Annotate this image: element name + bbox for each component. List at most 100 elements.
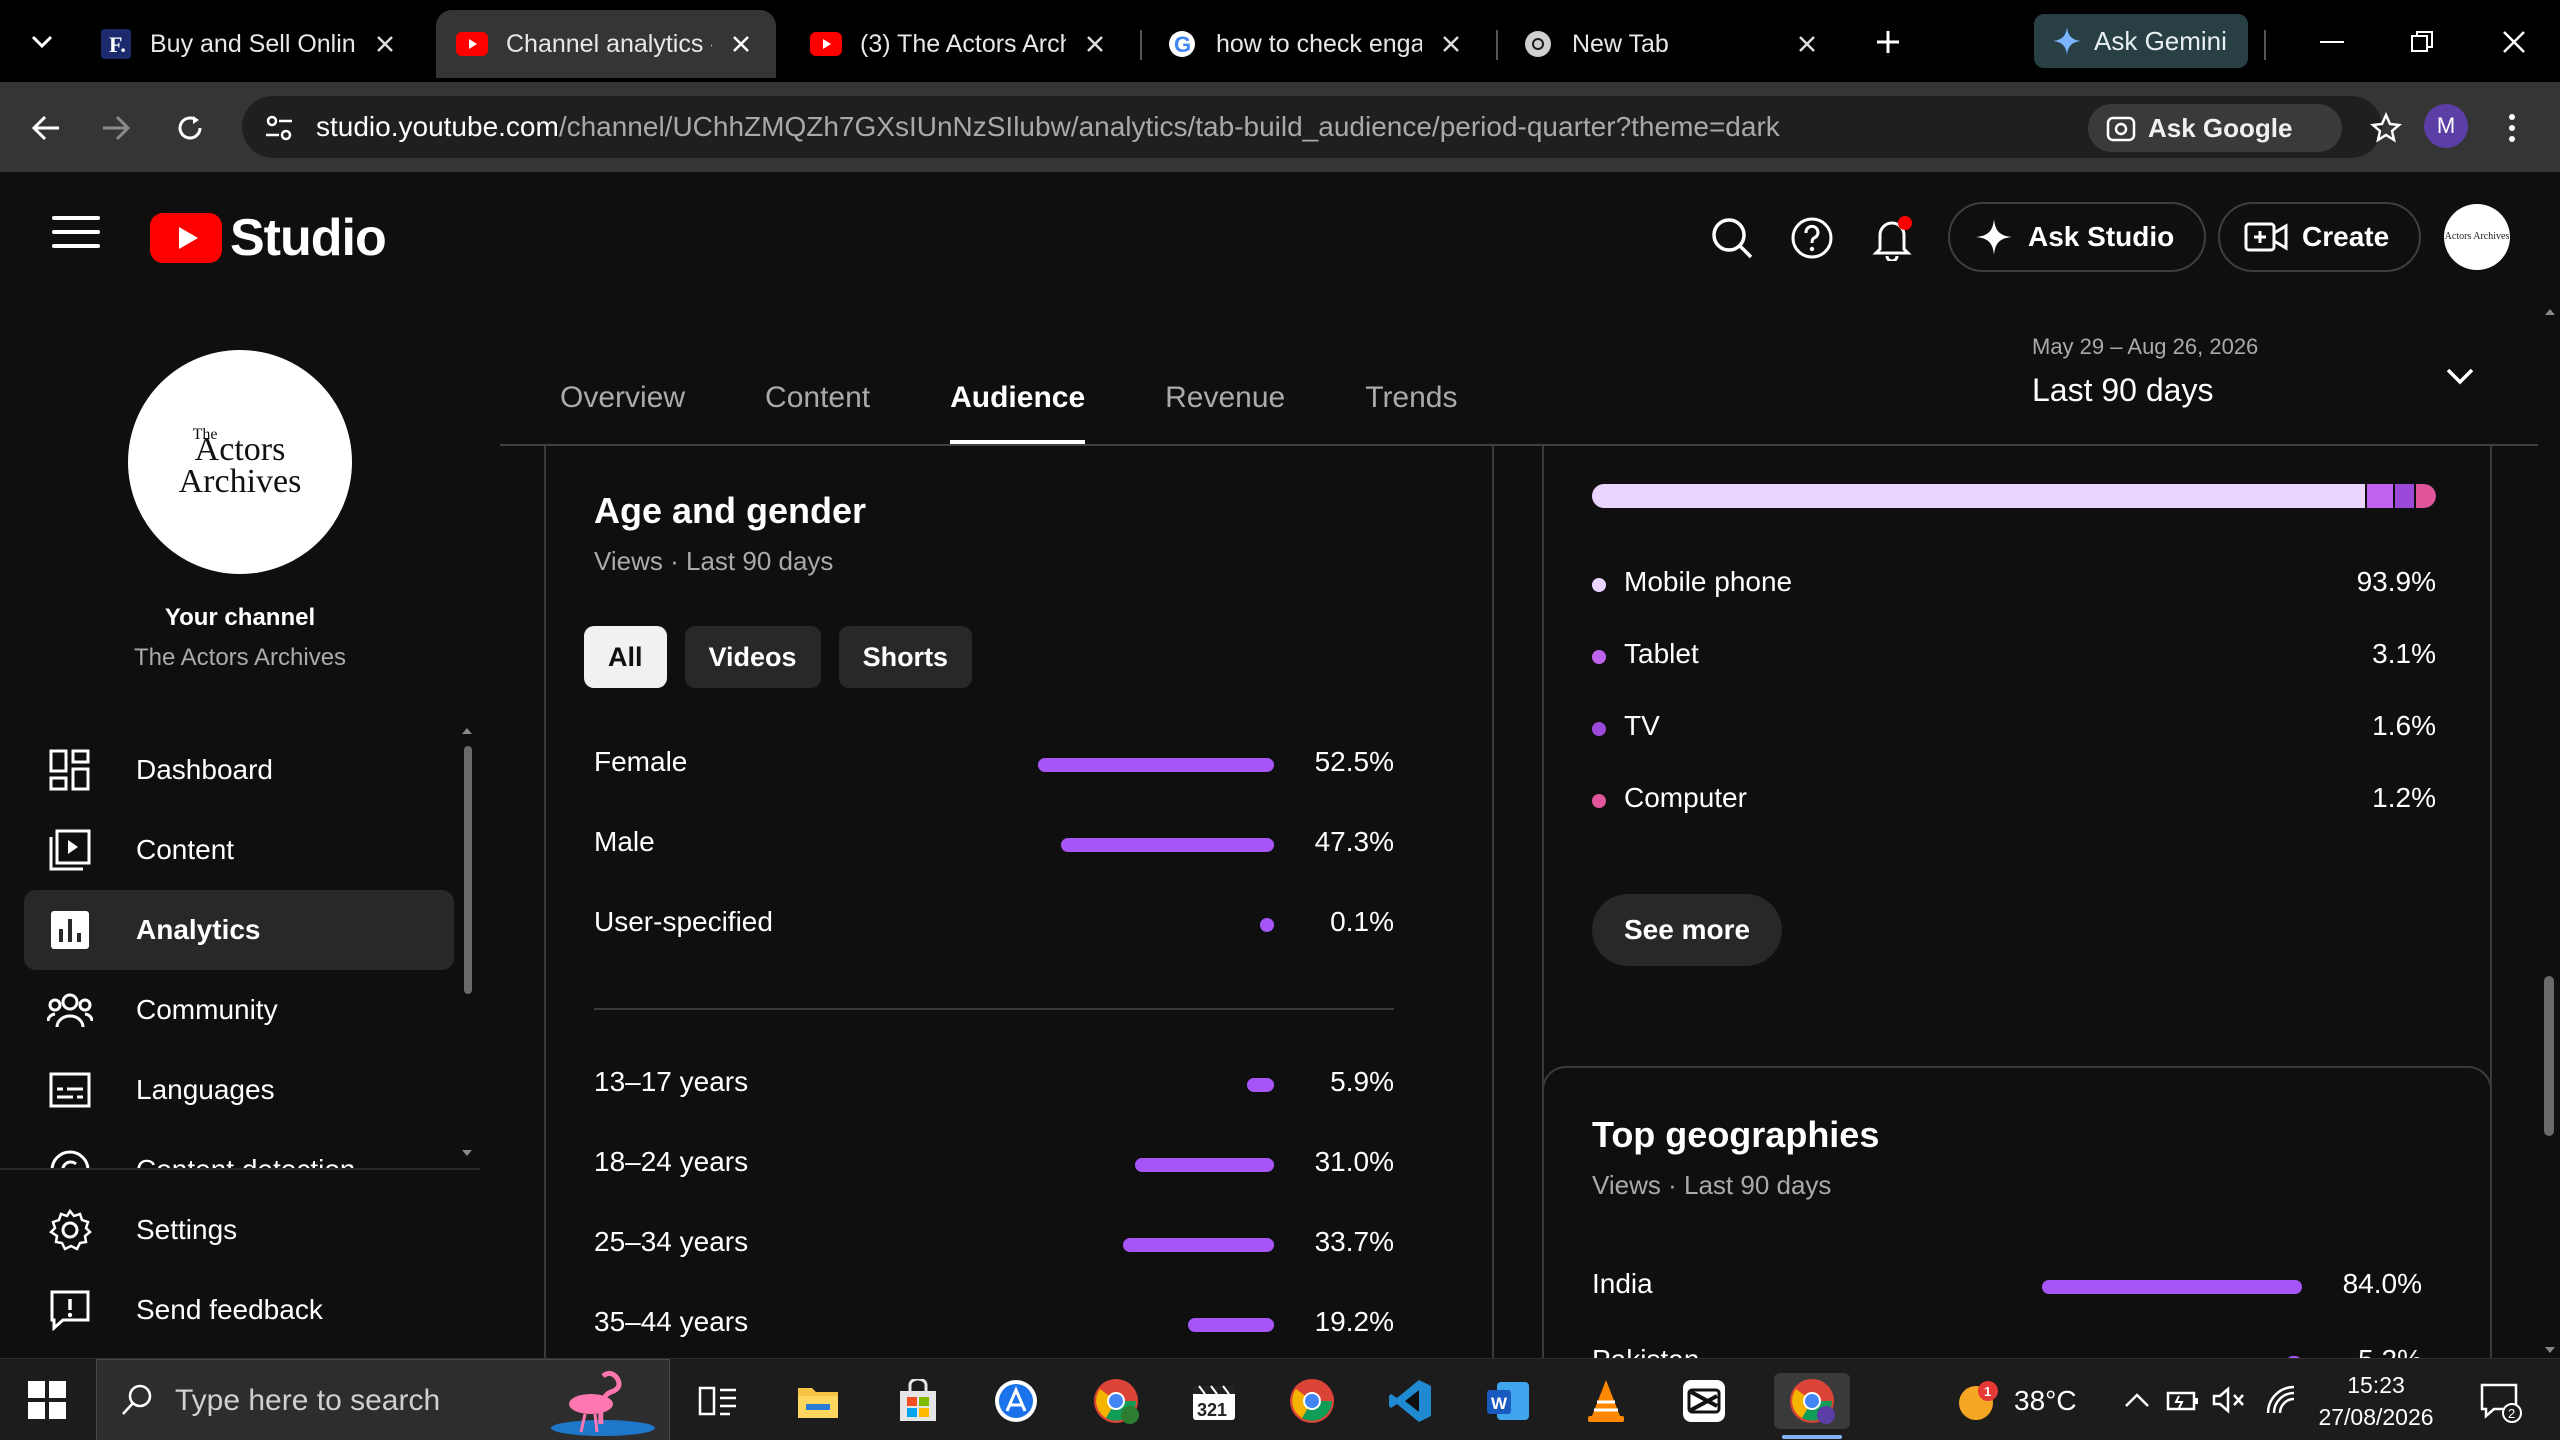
chip-videos[interactable]: Videos bbox=[684, 626, 821, 688]
chip-all[interactable]: All bbox=[584, 626, 667, 688]
media-player-321-icon[interactable]: 321 bbox=[1186, 1373, 1242, 1429]
search-icon[interactable] bbox=[1706, 212, 1758, 264]
active-app-indicator bbox=[1782, 1435, 1842, 1439]
new-tab-plus-icon[interactable] bbox=[1868, 22, 1908, 62]
chrome-active-icon[interactable] bbox=[1774, 1373, 1850, 1429]
tab-audience[interactable]: Audience bbox=[950, 372, 1086, 444]
create-button[interactable]: Create bbox=[2218, 202, 2422, 272]
close-icon[interactable] bbox=[1436, 29, 1466, 59]
account-avatar-text: Actors Archives bbox=[2444, 231, 2510, 242]
sidebar-item-content-detection[interactable]: Content detection bbox=[24, 1130, 454, 1170]
ask-google-button[interactable]: Ask Google bbox=[2088, 104, 2342, 152]
battery-icon[interactable] bbox=[2166, 1383, 2200, 1417]
sidebar-item-send-feedback[interactable]: Send feedback bbox=[24, 1270, 454, 1350]
url-text: studio.youtube.com/channel/UChhZMQZh7GXs… bbox=[316, 111, 1780, 143]
taskbar-search-box[interactable]: Type here to search bbox=[96, 1359, 670, 1440]
ask-google-label: Ask Google bbox=[2148, 112, 2293, 143]
account-avatar[interactable]: Actors Archives bbox=[2444, 204, 2510, 270]
profile-avatar[interactable]: M bbox=[2424, 104, 2468, 148]
sidebar-item-dashboard[interactable]: Dashboard bbox=[24, 730, 454, 810]
ask-gemini-button[interactable]: Ask Gemini bbox=[2034, 14, 2248, 68]
row-label: Male bbox=[594, 826, 655, 857]
row-percent: 33.7% bbox=[1314, 1226, 1394, 1257]
system-clock[interactable]: 15:23 27/08/2026 bbox=[2316, 1369, 2436, 1433]
chrome-icon[interactable] bbox=[1284, 1373, 1340, 1429]
speaker-muted-icon[interactable] bbox=[2212, 1383, 2246, 1417]
tab-title: New Tab bbox=[1572, 29, 1669, 58]
ask-studio-button[interactable]: Ask Studio bbox=[1948, 202, 2207, 272]
date-range-text: May 29 – Aug 26, 2026 bbox=[2032, 334, 2259, 359]
close-window-icon[interactable] bbox=[2492, 20, 2536, 64]
weather-widget[interactable]: 1 38°C bbox=[1956, 1379, 2077, 1423]
sidebar-item-community[interactable]: Community bbox=[24, 970, 454, 1050]
row-label: India bbox=[1592, 1268, 1653, 1299]
tab-search-dropdown-icon[interactable] bbox=[22, 22, 62, 62]
scroll-up-arrow-icon[interactable] bbox=[460, 726, 474, 736]
reload-icon[interactable] bbox=[166, 104, 214, 152]
chip-shorts[interactable]: Shorts bbox=[838, 626, 973, 688]
app-store-a-icon[interactable] bbox=[988, 1373, 1044, 1429]
more-menu-icon[interactable] bbox=[2494, 104, 2530, 152]
file-explorer-icon[interactable] bbox=[790, 1373, 846, 1429]
sidebar-item-content[interactable]: Content bbox=[24, 810, 454, 890]
youtube-studio-logo[interactable]: Studio bbox=[150, 208, 387, 268]
tab-revenue[interactable]: Revenue bbox=[1165, 372, 1285, 444]
sidebar-scrollbar[interactable] bbox=[464, 746, 472, 994]
chrome-profile-icon[interactable] bbox=[1088, 1373, 1144, 1429]
sidebar-item-analytics[interactable]: Analytics bbox=[24, 890, 454, 970]
browser-tab[interactable]: New Tab bbox=[1502, 10, 1842, 78]
browser-tab[interactable]: F. Buy and Sell Online bbox=[80, 10, 420, 78]
gender-bar bbox=[1061, 838, 1274, 852]
minimize-icon[interactable] bbox=[2310, 20, 2354, 64]
tab-separator bbox=[1140, 30, 1142, 60]
youtube-icon bbox=[456, 28, 488, 60]
browser-tab-active[interactable]: Channel analytics - Y bbox=[436, 10, 776, 78]
scroll-up-arrow-icon[interactable] bbox=[2544, 308, 2556, 316]
sidebar-item-languages[interactable]: Languages bbox=[24, 1050, 454, 1130]
restore-icon[interactable] bbox=[2400, 20, 2444, 64]
close-icon[interactable] bbox=[1792, 29, 1822, 59]
sidebar-item-label: Community bbox=[136, 994, 278, 1025]
scroll-down-arrow-icon[interactable] bbox=[2544, 1346, 2556, 1354]
date-range-selector[interactable]: May 29 – Aug 26, 2026 Last 90 days bbox=[2032, 334, 2258, 409]
channel-avatar[interactable]: The Actors Archives bbox=[128, 350, 352, 574]
close-icon[interactable] bbox=[1080, 29, 1110, 59]
top-geographies-card: Top geographies Views · Last 90 days Ind… bbox=[1542, 1066, 2492, 1358]
chevron-down-icon[interactable] bbox=[2440, 356, 2480, 396]
address-bar[interactable]: studio.youtube.com/channel/UChhZMQZh7GXs… bbox=[242, 96, 2402, 158]
task-view-icon[interactable] bbox=[690, 1373, 746, 1429]
show-hidden-icons-chevron-up-icon[interactable] bbox=[2120, 1383, 2154, 1417]
close-icon[interactable] bbox=[370, 29, 400, 59]
close-icon[interactable] bbox=[726, 29, 756, 59]
vlc-icon[interactable] bbox=[1578, 1373, 1634, 1429]
forward-arrow-icon[interactable] bbox=[92, 104, 140, 152]
gender-bar bbox=[1038, 758, 1274, 772]
wifi-icon[interactable] bbox=[2264, 1383, 2298, 1417]
hamburger-menu-icon[interactable] bbox=[52, 216, 100, 256]
tab-content[interactable]: Content bbox=[765, 372, 870, 444]
profile-initial: M bbox=[2436, 113, 2456, 138]
browser-tab[interactable]: (3) The Actors Archiv bbox=[790, 10, 1130, 78]
help-icon[interactable] bbox=[1786, 212, 1838, 264]
tab-trends[interactable]: Trends bbox=[1365, 372, 1457, 444]
notification-center-icon[interactable]: 2 bbox=[2478, 1379, 2522, 1423]
temperature-text: 38°C bbox=[2014, 1385, 2077, 1416]
vscode-icon[interactable] bbox=[1382, 1373, 1438, 1429]
sidebar-item-settings[interactable]: Settings bbox=[24, 1190, 454, 1270]
capcut-icon[interactable] bbox=[1676, 1373, 1732, 1429]
windows-start-icon[interactable] bbox=[28, 1381, 66, 1419]
back-arrow-icon[interactable] bbox=[22, 104, 70, 152]
notifications-bell-icon[interactable] bbox=[1866, 212, 1918, 264]
geography-row: Pakistan 5.2% bbox=[1592, 1344, 2422, 1358]
tab-overview[interactable]: Overview bbox=[560, 372, 685, 444]
see-more-button[interactable]: See more bbox=[1592, 894, 1783, 966]
period-text: Last 90 days bbox=[2032, 372, 2214, 408]
main-scrollbar[interactable] bbox=[2544, 976, 2554, 1136]
word-icon[interactable]: W bbox=[1480, 1373, 1536, 1429]
content-type-chips: All Videos Shorts bbox=[584, 626, 990, 688]
site-settings-icon[interactable] bbox=[262, 111, 296, 145]
scroll-down-arrow-icon[interactable] bbox=[460, 1148, 474, 1158]
browser-tab[interactable]: G how to check engan bbox=[1146, 10, 1486, 78]
microsoft-store-icon[interactable] bbox=[890, 1373, 946, 1429]
bookmark-star-icon[interactable] bbox=[2366, 108, 2406, 148]
